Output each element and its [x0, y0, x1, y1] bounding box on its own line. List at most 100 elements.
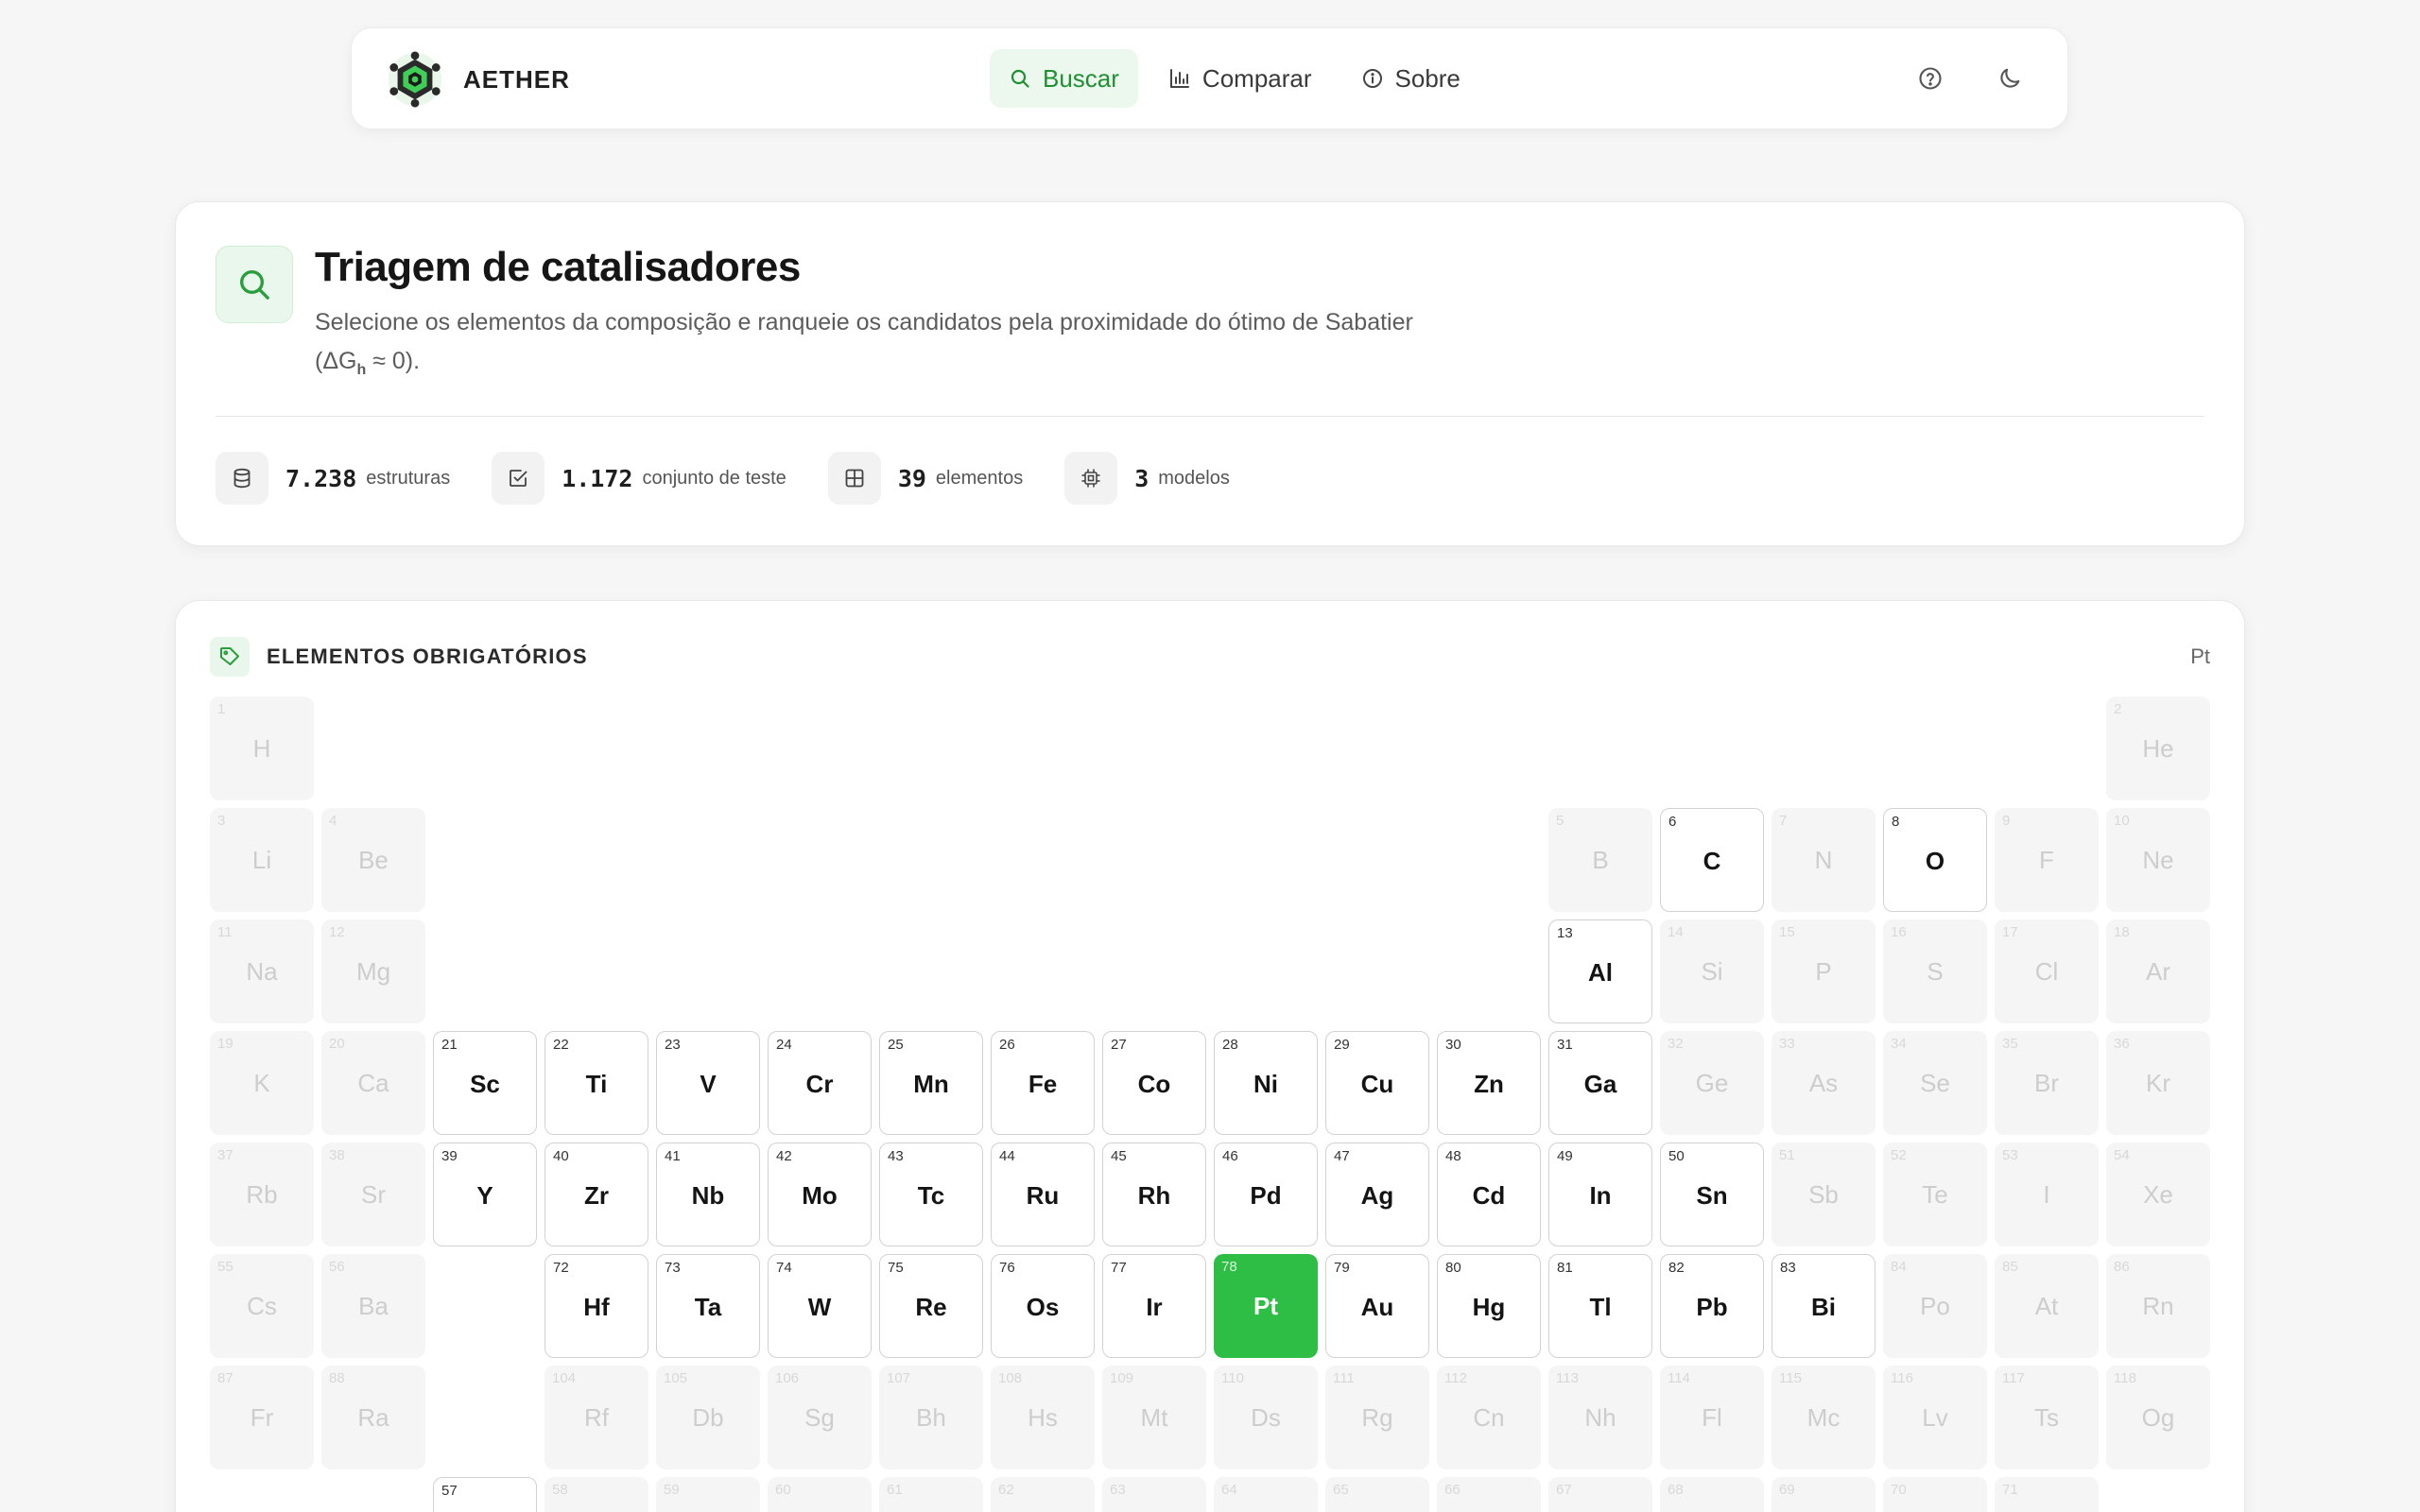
- element-symbol: V: [700, 1070, 717, 1098]
- element-cell-pt[interactable]: 78 Pt: [1214, 1254, 1318, 1358]
- element-cell-ni[interactable]: 28 Ni: [1214, 1031, 1318, 1135]
- element-cell-lv: 116 Lv: [1883, 1366, 1987, 1469]
- brand[interactable]: AETHER: [386, 45, 570, 113]
- atomic-number: 33: [1779, 1036, 1795, 1052]
- element-cell-v[interactable]: 23 V: [656, 1031, 760, 1135]
- element-cell-cs: 55 Cs: [210, 1254, 314, 1358]
- element-cell-hg[interactable]: 80 Hg: [1437, 1254, 1541, 1358]
- element-symbol: Mg: [355, 957, 391, 986]
- element-symbol: Rh: [1137, 1181, 1171, 1210]
- element-cell-c[interactable]: 6C: [1660, 808, 1764, 912]
- element-symbol: Zr: [584, 1181, 609, 1210]
- search-icon: [1011, 69, 1029, 88]
- section-title: ELEMENTOS OBRIGATÓRIOS: [267, 644, 588, 668]
- element-cell-zn[interactable]: 30 Zn: [1437, 1031, 1541, 1135]
- atomic-number: 110: [1221, 1370, 1244, 1386]
- atomic-number: 81: [1557, 1260, 1573, 1276]
- element-cell-sn[interactable]: 50 Sn: [1660, 1143, 1764, 1246]
- element-cell-ti[interactable]: 22 Ti: [544, 1031, 648, 1135]
- element-symbol: Cd: [1472, 1181, 1506, 1210]
- element-symbol: B: [1592, 846, 1609, 874]
- nav-comparar[interactable]: Comparar: [1150, 49, 1331, 108]
- element-cell-w[interactable]: 74 W: [768, 1254, 872, 1358]
- brand-name: AETHER: [463, 64, 570, 94]
- element-cell-bi[interactable]: 83 Bi: [1772, 1254, 1876, 1358]
- element-cell-og: 118 Og: [2106, 1366, 2210, 1469]
- element-cell-ra: 88 Ra: [321, 1366, 425, 1469]
- element-symbol: Sr: [361, 1180, 386, 1209]
- element-symbol: K: [253, 1069, 270, 1097]
- element-symbol: Ge: [1695, 1069, 1729, 1097]
- desc-text-end: ≈ 0).: [366, 348, 421, 374]
- nav-label: Buscar: [1043, 63, 1119, 93]
- top-actions: [1910, 59, 2030, 98]
- element-cell-fe[interactable]: 26 Fe: [991, 1031, 1095, 1135]
- element-symbol: Os: [1026, 1293, 1060, 1321]
- element-cell-cd[interactable]: 48 Cd: [1437, 1143, 1541, 1246]
- element-symbol: Rf: [584, 1403, 609, 1432]
- element-cell-tb: 65Tb: [1325, 1477, 1429, 1512]
- element-cell-dy: 66Dy: [1437, 1477, 1541, 1512]
- element-cell-pd[interactable]: 46 Pd: [1214, 1143, 1318, 1246]
- element-cell-ag[interactable]: 47 Ag: [1325, 1143, 1429, 1246]
- element-cell-tl[interactable]: 81 Tl: [1548, 1254, 1652, 1358]
- element-symbol: Re: [915, 1293, 947, 1321]
- atomic-number: 84: [1891, 1259, 1907, 1275]
- nav-sobre[interactable]: Sobre: [1342, 49, 1479, 108]
- element-cell-re[interactable]: 75 Re: [879, 1254, 983, 1358]
- element-cell-pb[interactable]: 82 Pb: [1660, 1254, 1764, 1358]
- element-cell-hf[interactable]: 72 Hf: [544, 1254, 648, 1358]
- element-cell-ir[interactable]: 77 Ir: [1102, 1254, 1206, 1358]
- stat-icon-box: [216, 452, 268, 505]
- atomic-number: 83: [1780, 1260, 1796, 1276]
- element-cell-cu[interactable]: 29 Cu: [1325, 1031, 1429, 1135]
- element-symbol: Nb: [691, 1181, 725, 1210]
- element-symbol: At: [2034, 1292, 2059, 1320]
- element-cell-y[interactable]: 39 Y: [433, 1143, 537, 1246]
- element-cell-ta[interactable]: 73 Ta: [656, 1254, 760, 1358]
- element-cell-ge: 32 Ge: [1660, 1031, 1764, 1135]
- element-cell-la[interactable]: 57La: [433, 1477, 537, 1512]
- atomic-number: 19: [217, 1036, 233, 1052]
- element-cell-nb[interactable]: 41 Nb: [656, 1143, 760, 1246]
- atomic-number: 16: [1891, 924, 1907, 940]
- element-symbol: Se: [1920, 1069, 1950, 1097]
- element-cell-mn[interactable]: 25 Mn: [879, 1031, 983, 1135]
- atomic-number: 32: [1668, 1036, 1684, 1052]
- element-cell-ru[interactable]: 44 Ru: [991, 1143, 1095, 1246]
- page-title: Triagem de catalisadores: [315, 244, 801, 290]
- theme-toggle-button[interactable]: [1990, 59, 2030, 98]
- element-cell-cr[interactable]: 24 Cr: [768, 1031, 872, 1135]
- element-cell-os[interactable]: 76 Os: [991, 1254, 1095, 1358]
- desc-text: Selecione os elementos da composição e r…: [315, 309, 1413, 374]
- atomic-number: 116: [1891, 1370, 1913, 1386]
- element-cell-rh[interactable]: 45 Rh: [1102, 1143, 1206, 1246]
- element-symbol: Pt: [1253, 1292, 1278, 1320]
- element-cell-fr: 87 Fr: [210, 1366, 314, 1469]
- element-cell-sc[interactable]: 21 Sc: [433, 1031, 537, 1135]
- element-cell-xe: 54 Xe: [2106, 1143, 2210, 1246]
- atomic-number: 113: [1556, 1370, 1579, 1386]
- element-cell-br: 35 Br: [1995, 1031, 2099, 1135]
- element-cell-ga[interactable]: 31 Ga: [1548, 1031, 1652, 1135]
- element-symbol: Ni: [1253, 1070, 1278, 1098]
- element-cell-in[interactable]: 49 In: [1548, 1143, 1652, 1246]
- help-button[interactable]: [1910, 59, 1950, 98]
- element-cell-o[interactable]: 8O: [1883, 808, 1987, 912]
- element-cell-zr[interactable]: 40 Zr: [544, 1143, 648, 1246]
- element-cell-cn: 112 Cn: [1437, 1366, 1541, 1469]
- section-header: ELEMENTOS OBRIGATÓRIOS: [210, 637, 588, 677]
- element-cell-al[interactable]: 13 Al: [1548, 919, 1652, 1023]
- element-cell-tc[interactable]: 43 Tc: [879, 1143, 983, 1246]
- element-cell-co[interactable]: 27 Co: [1102, 1031, 1206, 1135]
- stat-label: elementos: [935, 467, 1024, 489]
- atomic-number: 80: [1445, 1260, 1461, 1276]
- element-symbol: Xe: [2143, 1180, 2173, 1209]
- element-cell-au[interactable]: 79 Au: [1325, 1254, 1429, 1358]
- element-symbol: I: [2043, 1180, 2050, 1209]
- nav-buscar[interactable]: Buscar: [990, 49, 1138, 108]
- element-symbol: Be: [358, 846, 389, 874]
- atomic-number: 20: [329, 1036, 345, 1052]
- element-cell-mo[interactable]: 42 Mo: [768, 1143, 872, 1246]
- element-cell-na: 11 Na: [210, 919, 314, 1023]
